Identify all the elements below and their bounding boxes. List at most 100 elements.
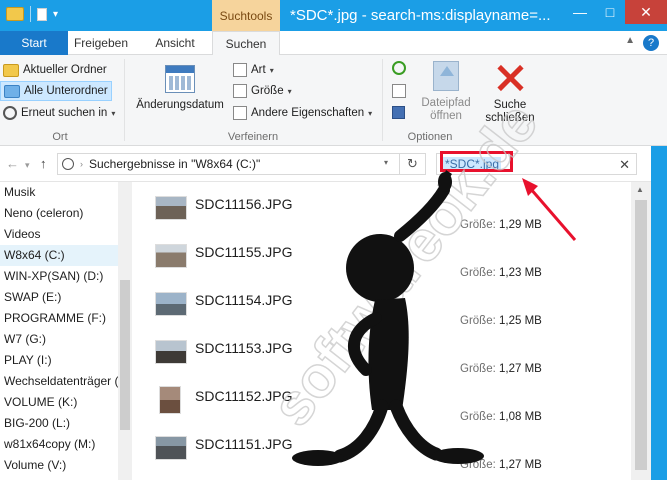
erneut-suchen-label: Erneut suchen in [21, 107, 108, 119]
nav-item[interactable]: w81x64copy (M:) [0, 434, 118, 455]
file-name: SDC11156.JPG [195, 196, 293, 212]
back-arrow-icon[interactable]: ← [6, 156, 19, 171]
refresh-button[interactable]: ↻ [400, 153, 426, 175]
address-path: Suchergebnisse in "W8x64 (C:)" [89, 157, 261, 171]
tab-suchtools-context: Suchtools [212, 0, 280, 31]
chevron-down-icon[interactable]: ▾ [53, 9, 58, 20]
help-icon[interactable]: ? [643, 35, 659, 51]
erneut-suchen-button[interactable]: Erneut suchen in ▾ [0, 103, 115, 123]
nav-item[interactable]: WIN-XP(SAN) (D:) [0, 266, 118, 287]
image-thumbnail [155, 340, 187, 364]
aktueller-ordner-button[interactable]: Aktueller Ordner [0, 60, 107, 80]
recent-searches-icon[interactable] [392, 61, 406, 75]
size-label: Größe: [460, 219, 496, 231]
properties-icon[interactable] [37, 7, 47, 21]
search-icon [3, 106, 17, 120]
chevron-right-icon[interactable]: › [80, 159, 83, 169]
dateipfad-oeffnen-button[interactable]: Dateipfad öffnen [416, 59, 476, 123]
andere-eigenschaften-button[interactable]: Andere Eigenschaften ▾ [230, 103, 372, 123]
tab-ansicht[interactable]: Ansicht [140, 31, 210, 55]
tab-start[interactable]: Start [0, 31, 68, 55]
groesse-button[interactable]: Größe ▾ [230, 81, 292, 101]
size-icon [233, 84, 247, 98]
image-thumbnail [159, 386, 181, 414]
nav-item[interactable]: BIG-200 (L:) [0, 413, 118, 434]
folder-tree-icon [4, 84, 20, 98]
address-input[interactable]: › Suchergebnisse in "W8x64 (C:)" [57, 153, 400, 175]
file-row[interactable]: SDC11156.JPG Größe: 1,29 MB [134, 187, 630, 235]
nav-item[interactable]: SWAP (E:) [0, 287, 118, 308]
oeffnen-label: öffnen [430, 110, 462, 122]
nav-item[interactable]: VOLUME (K:) [0, 392, 118, 413]
file-name: SDC11155.JPG [195, 244, 293, 260]
nav-item[interactable]: Wechseldatenträger (J [0, 371, 118, 392]
nav-item-selected[interactable]: W8x64 (C:) [0, 245, 118, 266]
type-icon [233, 63, 247, 77]
file-row[interactable]: SDC11155.JPG Größe: 1,23 MB [134, 235, 630, 283]
suche-label: Suche [493, 99, 527, 111]
nav-item[interactable]: PLAY (I:) [0, 350, 118, 371]
chevron-up-icon[interactable]: ▲ [625, 35, 635, 46]
close-button[interactable]: ✕ [625, 0, 667, 24]
maximize-button[interactable]: □ [595, 0, 625, 24]
tab-suchen[interactable]: Suchen [212, 31, 280, 56]
clear-search-button[interactable]: ✕ [619, 157, 630, 173]
file-list-scrollbar-thumb[interactable] [635, 200, 647, 470]
nav-item[interactable]: Musik [0, 182, 118, 203]
highlight-box [440, 151, 513, 172]
schliessen-label: schließen [485, 112, 535, 124]
file-name: SDC11154.JPG [195, 292, 293, 308]
file-row[interactable]: SDC11152.JPG Größe: 1,08 MB [134, 379, 630, 427]
tab-freigeben[interactable]: Freigeben [68, 31, 134, 55]
nav-item[interactable]: Volume (V:) [0, 455, 118, 476]
quick-access-toolbar: ▾ [6, 6, 58, 22]
image-thumbnail [155, 244, 187, 268]
file-name: SDC11151.JPG [195, 436, 293, 452]
nav-scrollbar-thumb[interactable] [120, 280, 130, 430]
save-search-icon[interactable] [392, 106, 406, 120]
chevron-up-icon[interactable]: ▲ [636, 185, 644, 194]
divider [30, 6, 31, 22]
dateipfad-label: Dateipfad [421, 97, 471, 109]
aenderungsdatum-label: Änderungsdatum [136, 99, 224, 111]
group-ort: Aktueller Ordner Alle Unterordner Erneut… [0, 55, 120, 146]
up-arrow-icon[interactable]: ↑ [40, 156, 47, 171]
size-label: Größe: [460, 315, 496, 327]
chevron-down-icon[interactable]: ▾ [25, 160, 30, 171]
image-thumbnail [155, 436, 187, 460]
group-label-optionen: Optionen [407, 131, 453, 143]
minimize-button[interactable]: — [565, 0, 595, 24]
suche-schliessen-button[interactable]: Suche schließen [480, 59, 540, 125]
chevron-down-icon: ▾ [111, 108, 116, 118]
file-size: 1,23 MB [499, 267, 542, 279]
aenderungsdatum-button[interactable]: Änderungsdatum [130, 59, 230, 112]
file-row[interactable]: SDC11151.JPG Größe: 1,27 MB [134, 427, 630, 475]
search-icon [62, 158, 74, 170]
advanced-options-icon[interactable] [392, 84, 406, 98]
alle-unterordner-button[interactable]: Alle Unterordner [0, 81, 112, 101]
file-size: 1,27 MB [499, 363, 542, 375]
image-thumbnail [155, 292, 187, 316]
art-label: Art [251, 64, 266, 76]
file-row[interactable]: SDC11153.JPG Größe: 1,27 MB [134, 331, 630, 379]
file-row[interactable]: SDC11154.JPG Größe: 1,25 MB [134, 283, 630, 331]
chevron-down-icon: ▾ [269, 65, 274, 75]
andere-eigenschaften-label: Andere Eigenschaften [251, 107, 365, 119]
window-border [651, 146, 667, 480]
nav-item[interactable]: W7 (G:) [0, 329, 118, 350]
file-size: 1,27 MB [499, 459, 542, 471]
chevron-down-icon[interactable]: ▾ [384, 158, 388, 167]
file-list: SDC11156.JPG Größe: 1,29 MB SDC11155.JPG… [134, 182, 630, 480]
aktueller-ordner-label: Aktueller Ordner [23, 64, 107, 76]
art-button[interactable]: Art ▾ [230, 60, 274, 80]
file-name: SDC11153.JPG [195, 340, 293, 356]
nav-item[interactable]: PROGRAMME (F:) [0, 308, 118, 329]
nav-item[interactable]: Neno (celeron) [0, 203, 118, 224]
folder-icon[interactable] [6, 7, 24, 21]
nav-item[interactable]: Videos [0, 224, 118, 245]
refresh-icon: ↻ [407, 156, 418, 171]
title-bar: ▾ Suchtools *SDC*.jpg - search-ms:displa… [0, 0, 667, 31]
file-size: 1,25 MB [499, 315, 542, 327]
navigation-pane: Musik Neno (celeron) Videos W8x64 (C:) W… [0, 182, 118, 480]
window-controls: — □ ✕ [565, 0, 667, 24]
